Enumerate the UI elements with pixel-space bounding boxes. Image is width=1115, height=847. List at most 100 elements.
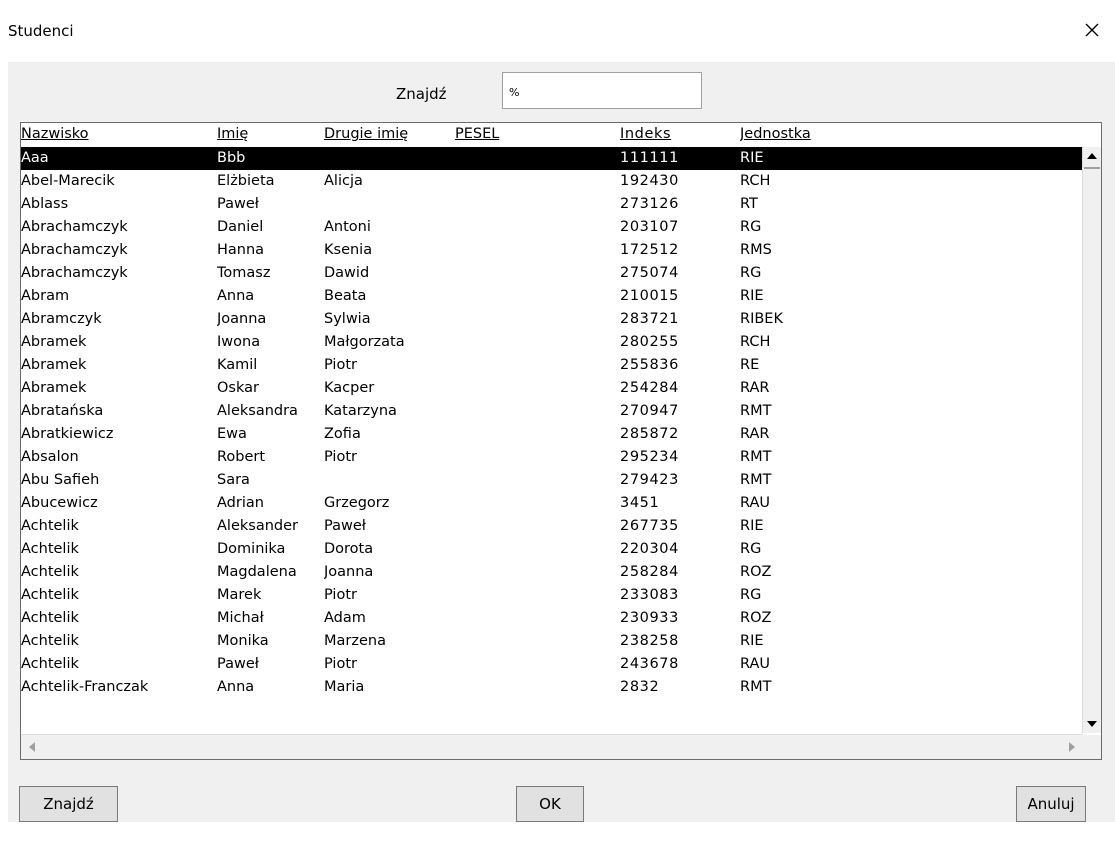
table-row[interactable]: Abucewicz Adrian Grzegorz 3451 RAU [21,492,1083,515]
cell-imie: Bbb [217,150,246,166]
column-header-nazwisko[interactable]: Nazwisko [21,123,213,145]
scroll-right-button[interactable] [1063,738,1081,756]
cell-indeks: 220304 [620,541,679,557]
cell-drugie-imie: Kacper [324,380,375,396]
cell-nazwisko: Abramek [21,380,87,396]
scroll-down-button[interactable] [1083,715,1101,733]
table-row[interactable]: Abramek Kamil Piotr 255836 RE [21,354,1083,377]
table-row[interactable]: Abramek Oskar Kacper 254284 RAR [21,377,1083,400]
close-icon [1085,23,1099,37]
find-button[interactable]: Znajdź [19,786,118,822]
cell-pesel [455,193,615,216]
cell-imie: Daniel [217,219,264,235]
cell-drugie-imie: Maria [324,679,365,695]
column-header-imie[interactable]: Imię [217,123,321,145]
table-row[interactable]: Abrachamczyk Daniel Antoni 203107 RG [21,216,1083,239]
cell-pesel [455,676,615,699]
cell-jednostka: RAU [740,495,771,511]
cell-pesel [455,262,615,285]
table-row[interactable]: Achtelik Paweł Piotr 243678 RAU [21,653,1083,676]
table-row[interactable]: Abramek Iwona Małgorzata 280255 RCH [21,331,1083,354]
cancel-button[interactable]: Anuluj [1016,786,1086,822]
cell-pesel [455,607,615,630]
cell-nazwisko: Abrachamczyk [21,219,128,235]
scroll-thumb[interactable] [1084,167,1100,169]
arrow-left-icon [29,742,35,752]
cell-pesel [455,354,615,377]
table-row[interactable]: Abramczyk Joanna Sylwia 283721 RIBEK [21,308,1083,331]
ok-button[interactable]: OK [516,786,584,822]
table-row[interactable]: Abratańska Aleksandra Katarzyna 270947 RMT [21,400,1083,423]
scroll-up-button[interactable] [1083,147,1101,165]
cell-nazwisko: Achtelik [21,633,79,649]
cell-jednostka: RCH [740,334,771,350]
search-input[interactable] [502,72,702,109]
cell-jednostka: RAU [740,656,771,672]
table-row[interactable]: Achtelik Monika Marzena 238258 RIE [21,630,1083,653]
cell-imie: Michał [217,610,264,626]
column-header-jednostka[interactable]: Jednostka [740,123,940,145]
cell-nazwisko: Abel-Marecik [21,173,115,189]
cell-indeks: 2832 [620,679,660,695]
title-bar: Studenci [0,0,1115,62]
cell-drugie-imie: Marzena [324,633,386,649]
cell-imie: Iwona [217,334,261,350]
scroll-left-button[interactable] [23,738,41,756]
table-row[interactable]: Ablass Paweł 273126 RT [21,193,1083,216]
cell-jednostka: RIE [740,150,764,166]
table-row[interactable]: Achtelik-Franczak Anna Maria 2832 RMT [21,676,1083,699]
cell-imie: Robert [217,449,266,465]
scrollbar-corner [1083,735,1101,759]
cell-nazwisko: Achtelik [21,656,79,672]
cell-jednostka: RG [740,265,762,281]
cell-imie: Adrian [217,495,264,511]
column-header-indeks[interactable]: Indeks [620,123,730,145]
cell-nazwisko: Achtelik-Franczak [21,679,149,695]
table-row[interactable]: Achtelik Marek Piotr 233083 RG [21,584,1083,607]
column-header-drugie-imie[interactable]: Drugie imię [324,123,444,145]
table-row[interactable]: Abrachamczyk Tomasz Dawid 275074 RG [21,262,1083,285]
cell-jednostka: RG [740,219,762,235]
cell-indeks: 203107 [620,219,679,235]
cell-drugie-imie: Beata [324,288,367,304]
table-row[interactable]: Abel-Marecik Elżbieta Alicja 192430 RCH [21,170,1083,193]
table-row[interactable]: Aaa Bbb 111111 RIE [21,147,1083,170]
cell-nazwisko: Ablass [21,196,69,212]
cell-nazwisko: Achtelik [21,610,79,626]
cell-imie: Sara [217,472,250,488]
cell-imie: Magdalena [217,564,297,580]
cell-indeks: 192430 [620,173,679,189]
arrow-right-icon [1069,742,1075,752]
cell-pesel [455,561,615,584]
cell-pesel [455,423,615,446]
table-row[interactable]: Absalon Robert Piotr 295234 RMT [21,446,1083,469]
table-row[interactable]: Abratkiewicz Ewa Zofia 285872 RAR [21,423,1083,446]
cell-jednostka: ROZ [740,610,772,626]
cell-nazwisko: Achtelik [21,541,79,557]
cell-drugie-imie: Katarzyna [324,403,397,419]
table-row[interactable]: Abram Anna Beata 210015 RIE [21,285,1083,308]
cell-drugie-imie: Zofia [324,426,361,442]
cell-imie: Dominika [217,541,286,557]
cell-drugie-imie: Sylwia [324,311,371,327]
cell-drugie-imie: Piotr [324,587,357,603]
table-row[interactable]: Achtelik Magdalena Joanna 258284 ROZ [21,561,1083,584]
vertical-scrollbar[interactable] [1082,147,1101,733]
cell-drugie-imie: Piotr [324,357,357,373]
cell-indeks: 172512 [620,242,679,258]
column-header-pesel[interactable]: PESEL [455,123,615,145]
cell-pesel [455,630,615,653]
table-row[interactable]: Achtelik Michał Adam 230933 ROZ [21,607,1083,630]
cell-pesel [455,331,615,354]
cell-nazwisko: Abram [21,288,70,304]
table-row[interactable]: Achtelik Aleksander Paweł 267735 RIE [21,515,1083,538]
close-button[interactable] [1069,10,1115,50]
table-row[interactable]: Abrachamczyk Hanna Ksenia 172512 RMS [21,239,1083,262]
cell-imie: Kamil [217,357,258,373]
horizontal-scrollbar[interactable] [21,734,1083,759]
students-table: Nazwisko Imię Drugie imię PESEL Indeks J… [20,122,1102,760]
table-row[interactable]: Abu Safieh Sara 279423 RMT [21,469,1083,492]
table-row[interactable]: Achtelik Dominika Dorota 220304 RG [21,538,1083,561]
cell-jednostka: RMT [740,472,772,488]
cell-drugie-imie: Adam [324,610,366,626]
